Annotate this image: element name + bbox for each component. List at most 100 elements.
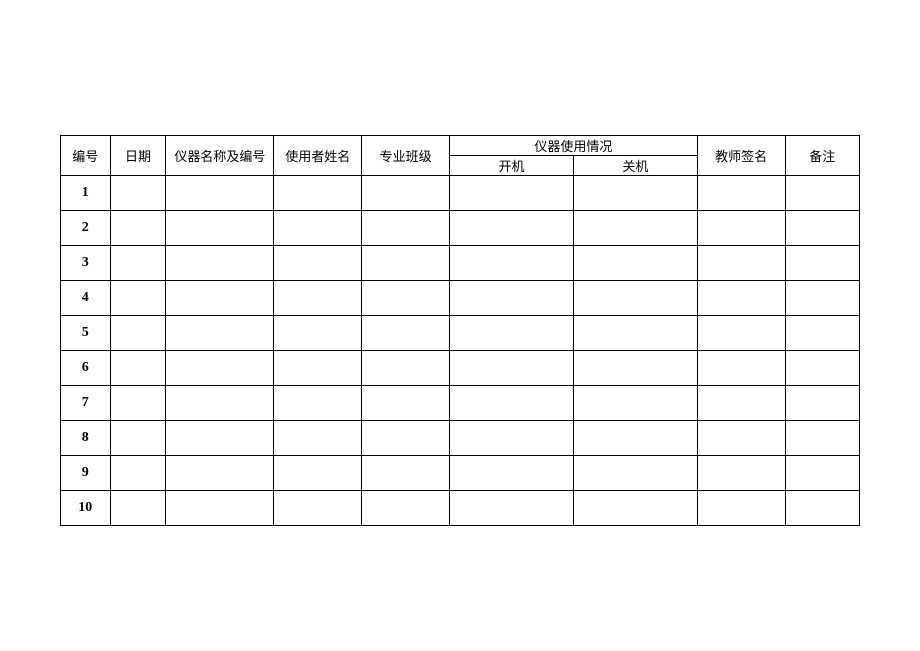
cell-note	[785, 246, 859, 281]
cell-date	[110, 491, 166, 526]
cell-off	[573, 316, 697, 351]
cell-on	[450, 281, 574, 316]
table-row: 7	[61, 386, 860, 421]
cell-on	[450, 246, 574, 281]
cell-class	[362, 211, 450, 246]
cell-on	[450, 491, 574, 526]
cell-class	[362, 316, 450, 351]
table-row: 6	[61, 351, 860, 386]
header-date: 日期	[110, 136, 166, 176]
cell-num: 6	[61, 351, 111, 386]
cell-instrument	[166, 386, 274, 421]
header-instrument: 仪器名称及编号	[166, 136, 274, 176]
cell-num: 2	[61, 211, 111, 246]
cell-date	[110, 421, 166, 456]
cell-user	[274, 176, 362, 211]
cell-instrument	[166, 456, 274, 491]
cell-num: 4	[61, 281, 111, 316]
cell-sign	[697, 246, 785, 281]
cell-note	[785, 421, 859, 456]
table-row: 4	[61, 281, 860, 316]
header-usage-group: 仪器使用情况	[450, 136, 698, 156]
cell-on	[450, 316, 574, 351]
cell-sign	[697, 211, 785, 246]
table-body: 12345678910	[61, 176, 860, 526]
cell-class	[362, 386, 450, 421]
table-row: 8	[61, 421, 860, 456]
cell-sign	[697, 386, 785, 421]
table-header: 编号 日期 仪器名称及编号 使用者姓名 专业班级 仪器使用情况 教师签名 备注 …	[61, 136, 860, 176]
cell-user	[274, 211, 362, 246]
cell-on	[450, 456, 574, 491]
cell-sign	[697, 421, 785, 456]
cell-on	[450, 351, 574, 386]
cell-on	[450, 421, 574, 456]
cell-num: 10	[61, 491, 111, 526]
cell-off	[573, 491, 697, 526]
cell-user	[274, 281, 362, 316]
cell-instrument	[166, 316, 274, 351]
cell-class	[362, 421, 450, 456]
table-row: 9	[61, 456, 860, 491]
cell-instrument	[166, 246, 274, 281]
header-usage-off: 关机	[573, 156, 697, 176]
cell-num: 8	[61, 421, 111, 456]
cell-instrument	[166, 211, 274, 246]
cell-class	[362, 491, 450, 526]
cell-note	[785, 456, 859, 491]
header-num: 编号	[61, 136, 111, 176]
cell-num: 3	[61, 246, 111, 281]
cell-sign	[697, 316, 785, 351]
cell-num: 5	[61, 316, 111, 351]
cell-num: 9	[61, 456, 111, 491]
cell-date	[110, 176, 166, 211]
cell-user	[274, 386, 362, 421]
cell-on	[450, 176, 574, 211]
cell-note	[785, 491, 859, 526]
table-row: 2	[61, 211, 860, 246]
cell-user	[274, 246, 362, 281]
cell-num: 1	[61, 176, 111, 211]
cell-off	[573, 281, 697, 316]
header-user: 使用者姓名	[274, 136, 362, 176]
cell-sign	[697, 456, 785, 491]
cell-date	[110, 211, 166, 246]
cell-on	[450, 386, 574, 421]
cell-date	[110, 351, 166, 386]
cell-note	[785, 386, 859, 421]
cell-on	[450, 211, 574, 246]
cell-class	[362, 281, 450, 316]
header-sign: 教师签名	[697, 136, 785, 176]
cell-class	[362, 456, 450, 491]
cell-instrument	[166, 421, 274, 456]
cell-user	[274, 456, 362, 491]
cell-date	[110, 456, 166, 491]
cell-instrument	[166, 176, 274, 211]
cell-class	[362, 351, 450, 386]
cell-class	[362, 246, 450, 281]
instrument-usage-log-table: 编号 日期 仪器名称及编号 使用者姓名 专业班级 仪器使用情况 教师签名 备注 …	[60, 135, 860, 526]
cell-off	[573, 176, 697, 211]
header-usage-on: 开机	[450, 156, 574, 176]
cell-note	[785, 211, 859, 246]
header-class: 专业班级	[362, 136, 450, 176]
table-row: 10	[61, 491, 860, 526]
cell-note	[785, 281, 859, 316]
cell-note	[785, 351, 859, 386]
cell-sign	[697, 351, 785, 386]
header-note: 备注	[785, 136, 859, 176]
cell-date	[110, 246, 166, 281]
cell-instrument	[166, 351, 274, 386]
cell-user	[274, 351, 362, 386]
cell-sign	[697, 491, 785, 526]
cell-off	[573, 351, 697, 386]
cell-sign	[697, 176, 785, 211]
cell-date	[110, 281, 166, 316]
cell-date	[110, 316, 166, 351]
cell-instrument	[166, 491, 274, 526]
cell-user	[274, 316, 362, 351]
cell-date	[110, 386, 166, 421]
cell-off	[573, 386, 697, 421]
table-row: 3	[61, 246, 860, 281]
cell-off	[573, 421, 697, 456]
